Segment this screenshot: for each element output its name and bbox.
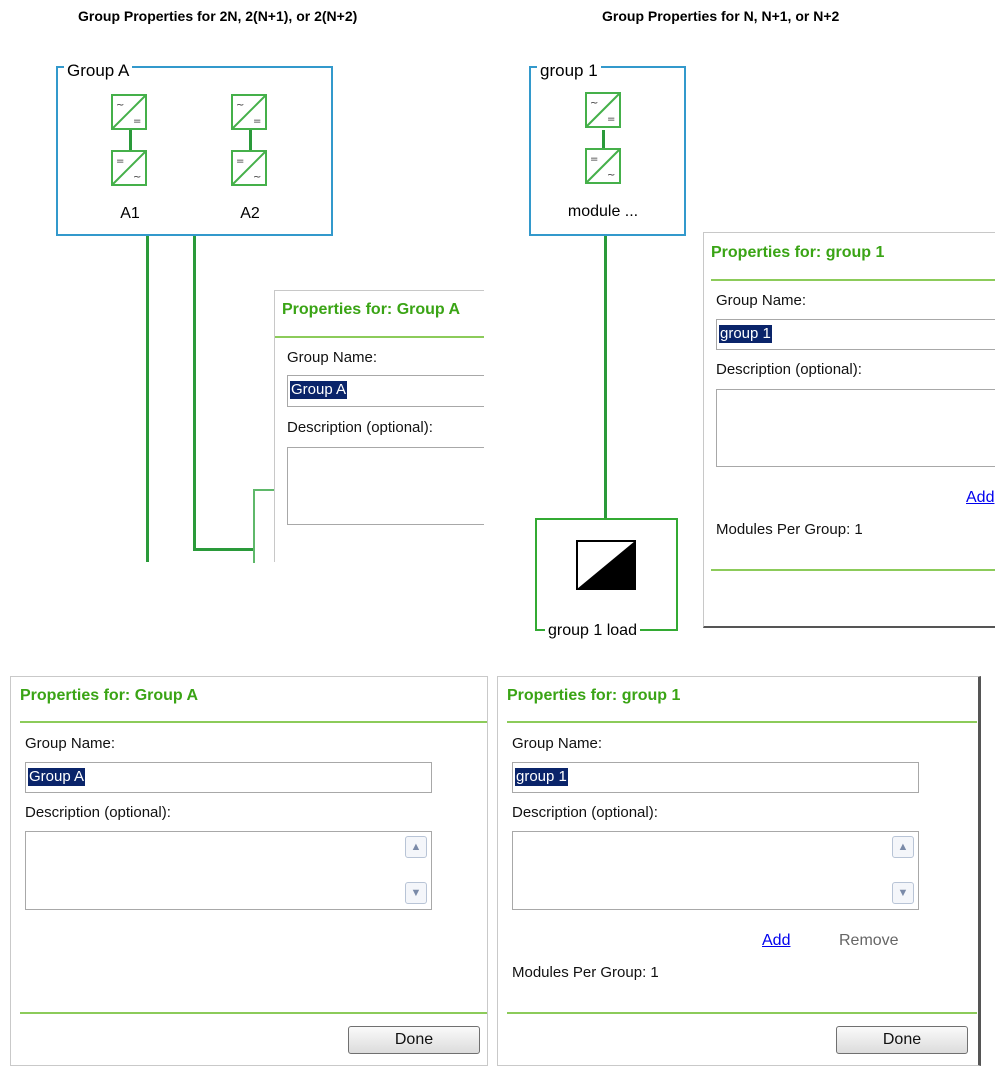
module-link-a2 — [249, 130, 252, 150]
description-label: Description (optional): — [287, 419, 433, 436]
group-name-value: group 1 — [515, 768, 568, 786]
group-name-value: group 1 — [719, 325, 772, 343]
heading-right: Group Properties for N, N+1, or N+2 — [602, 8, 840, 24]
group-name-value: Group A — [290, 381, 348, 399]
description-textarea[interactable]: ▲ ▼ — [512, 831, 919, 910]
divider — [20, 721, 487, 723]
svg-text:~: ~ — [590, 98, 598, 109]
ac-dc-converter-icon[interactable]: ~ = — [585, 92, 621, 128]
modules-per-group: Modules Per Group: 1 — [716, 521, 863, 538]
group-name-value: Group A — [28, 768, 86, 786]
module-label-group1: module ... — [567, 203, 639, 220]
group-name-input[interactable]: Group A — [287, 375, 484, 407]
panel-title: Properties for: group 1 — [507, 687, 681, 704]
ac-dc-converter-icon[interactable]: ~ = — [231, 94, 267, 130]
group-name-input[interactable]: group 1 — [716, 319, 995, 350]
divider — [275, 336, 484, 338]
description-label: Description (optional): — [25, 804, 171, 821]
svg-text:=: = — [236, 156, 244, 167]
group-name-label: Group Name: — [287, 349, 378, 366]
module-link-group1 — [602, 130, 605, 150]
group-name-input[interactable]: group 1 — [512, 762, 919, 793]
svg-text:~: ~ — [236, 100, 244, 111]
dc-ac-converter-icon[interactable]: = ~ — [111, 150, 147, 186]
divider — [507, 1012, 977, 1014]
chevron-down-icon[interactable]: ▼ — [405, 882, 427, 904]
wire-a1 — [146, 234, 149, 562]
properties-panel-right: Properties for: group 1 Group Name: grou… — [497, 676, 981, 1066]
description-textarea[interactable]: ▲ ▼ — [25, 831, 432, 910]
group-box-a[interactable] — [56, 66, 333, 236]
svg-text:~: ~ — [253, 172, 261, 183]
svg-text:=: = — [133, 116, 141, 127]
chevron-up-icon[interactable]: ▲ — [892, 836, 914, 858]
divider — [711, 279, 995, 281]
ac-dc-converter-icon[interactable]: ~ = — [111, 94, 147, 130]
svg-text:=: = — [253, 116, 261, 127]
svg-text:~: ~ — [116, 100, 124, 111]
properties-overlay-left: Properties for: Group A Group Name: Grou… — [274, 290, 484, 562]
divider — [507, 721, 977, 723]
svg-text:~: ~ — [133, 172, 141, 183]
add-link[interactable]: Add — [966, 489, 994, 507]
svg-text:=: = — [590, 154, 598, 165]
properties-panel-left: Properties for: Group A Group Name: Grou… — [10, 676, 488, 1066]
svg-text:=: = — [116, 156, 124, 167]
svg-text:~: ~ — [607, 170, 615, 181]
description-textarea[interactable] — [287, 447, 484, 525]
module-label-a1: A1 — [120, 205, 140, 222]
panel-title: Properties for: group 1 — [711, 244, 885, 261]
wire-connector-top — [253, 489, 275, 491]
group-name-input[interactable]: Group A — [25, 762, 432, 793]
group-name-label: Group Name: — [512, 735, 603, 752]
panel-title: Properties for: Group A — [282, 301, 461, 318]
done-button[interactable]: Done — [348, 1026, 480, 1054]
description-label: Description (optional): — [512, 804, 658, 821]
add-link[interactable]: Add — [762, 932, 790, 950]
load-icon — [576, 540, 636, 590]
wire-a2 — [193, 234, 196, 550]
divider — [711, 569, 995, 571]
modules-per-group: Modules Per Group: 1 — [512, 964, 659, 981]
description-textarea[interactable] — [716, 389, 995, 467]
description-label: Description (optional): — [716, 361, 862, 378]
properties-overlay-right: Properties for: group 1 Group Name: grou… — [703, 232, 995, 628]
dc-ac-converter-icon[interactable]: = ~ — [231, 150, 267, 186]
remove-link[interactable]: Remove — [839, 932, 899, 950]
svg-text:=: = — [607, 114, 615, 125]
load-label: group 1 load — [545, 621, 640, 641]
done-button[interactable]: Done — [836, 1026, 968, 1054]
heading-left: Group Properties for 2N, 2(N+1), or 2(N+… — [78, 8, 358, 24]
chevron-up-icon[interactable]: ▲ — [405, 836, 427, 858]
wire-a2-horizontal — [193, 548, 255, 551]
group-label-a: Group A — [64, 61, 133, 81]
group-name-label: Group Name: — [25, 735, 116, 752]
divider — [20, 1012, 487, 1014]
module-link-a1 — [129, 130, 132, 150]
dc-ac-converter-icon[interactable]: = ~ — [585, 148, 621, 184]
wire-group1 — [604, 234, 607, 520]
group-name-label: Group Name: — [716, 292, 807, 309]
module-label-a2: A2 — [240, 205, 260, 222]
chevron-down-icon[interactable]: ▼ — [892, 882, 914, 904]
panel-title: Properties for: Group A — [20, 687, 199, 704]
group-label-1: group 1 — [537, 61, 601, 81]
wire-connector — [253, 489, 255, 563]
